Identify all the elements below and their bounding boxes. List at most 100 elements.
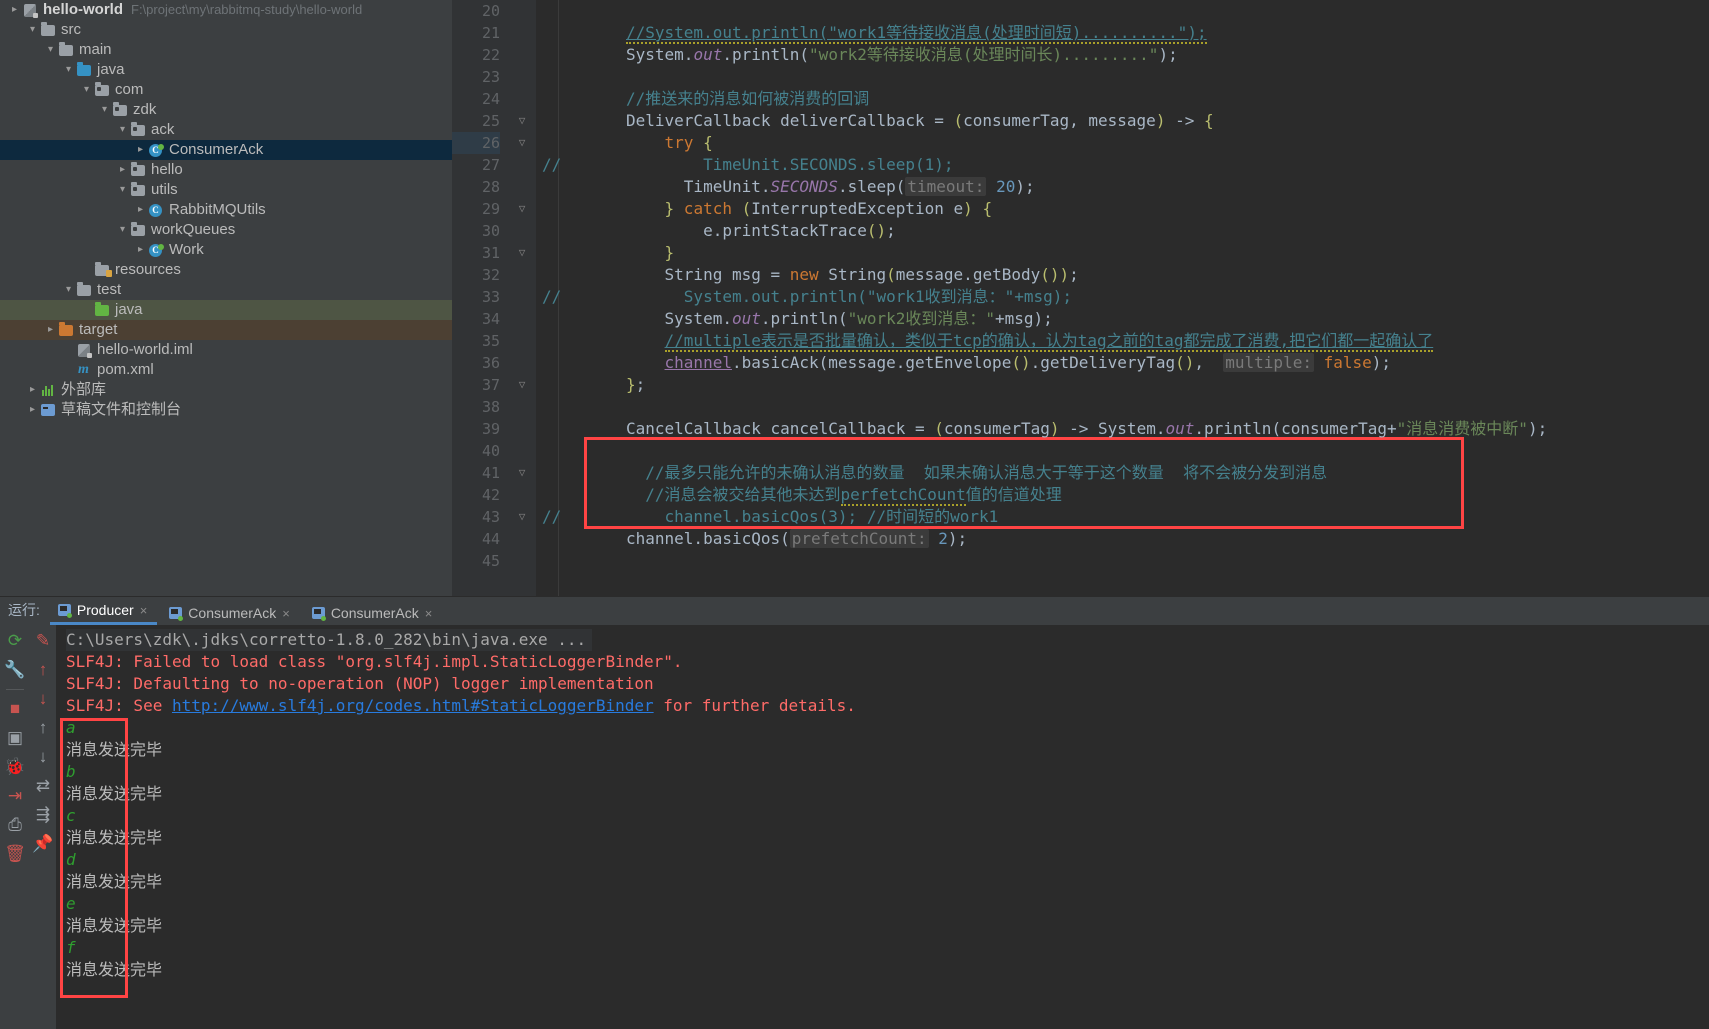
tree-item-test[interactable]: ▾ test (0, 280, 452, 300)
code-line[interactable]: //System.out.println("work1等待接收消息(处理时间短)… (536, 22, 1709, 44)
close-icon[interactable]: × (140, 603, 148, 618)
fold-toggle-icon[interactable]: ▽ (508, 374, 536, 396)
up-red-icon[interactable]: ↑ (33, 660, 53, 680)
fold-toggle-icon[interactable]: ▽ (508, 110, 536, 132)
chevron-down-icon[interactable]: ▾ (44, 40, 57, 60)
run-tab-consumerack-1[interactable]: ConsumerAck × (161, 603, 300, 625)
tree-item-workqueues[interactable]: ▾ workQueues (0, 220, 452, 240)
trash-icon[interactable]: 🗑 (4, 844, 26, 864)
tree-item-hello[interactable]: ▸ hello (0, 160, 452, 180)
chevron-right-icon[interactable]: ▸ (26, 380, 39, 400)
chevron-right-icon[interactable]: ▸ (8, 0, 21, 20)
code-line[interactable] (536, 550, 1709, 572)
slf4j-link[interactable]: http://www.slf4j.org/codes.html#StaticLo… (172, 696, 654, 715)
tree-item-java[interactable]: ▾ java (0, 60, 452, 80)
chevron-down-icon[interactable]: ▾ (62, 60, 75, 80)
fold-toggle-icon[interactable]: ▽ (508, 198, 536, 220)
down-gray-icon[interactable]: ↓ (33, 747, 53, 767)
wrap-icon[interactable]: ⇄ (33, 776, 53, 796)
code-line[interactable]: e.printStackTrace(); (536, 220, 1709, 242)
chevron-down-icon[interactable]: ▾ (116, 120, 129, 140)
screenshot-icon[interactable]: ▣ (5, 728, 25, 748)
tree-item-外部库[interactable]: ▸ 外部库 (0, 380, 452, 400)
tree-item-pom-xml[interactable]: m pom.xml (0, 360, 452, 380)
code-line[interactable]: // System.out.println("work1收到消息："+msg); (536, 286, 1709, 308)
run-toolbar-right[interactable]: ✎ ↑ ↓ ↑ ↓ ⇄ ⇶ 📌 (30, 625, 56, 1029)
chevron-right-icon[interactable]: ▸ (26, 400, 39, 420)
code-line[interactable]: //推送来的消息如何被消费的回调 (536, 88, 1709, 110)
project-tool-window[interactable]: ▸ hello-world F:\project\my\rabbitmq-stu… (0, 0, 452, 596)
chevron-down-icon[interactable]: ▾ (116, 180, 129, 200)
chevron-down-icon[interactable]: ▾ (26, 20, 39, 40)
editor-fold-column[interactable]: ▽ ▽ ▽ ▽ ▽ ▽ ▽ (508, 0, 536, 596)
debug-icon[interactable]: 🐞 (4, 757, 25, 777)
chevron-down-icon[interactable]: ▾ (62, 280, 75, 300)
code-line[interactable]: try { (536, 132, 1709, 154)
print-icon[interactable]: ⎙ (5, 815, 25, 835)
code-line[interactable]: } (536, 242, 1709, 264)
code-line[interactable]: channel.basicAck(message.getEnvelope().g… (536, 352, 1709, 374)
fold-toggle-icon[interactable]: ▽ (508, 132, 536, 154)
run-toolbar-left[interactable]: ⟳ 🔧 ■ ▣ 🐞 ⇥ ⎙ 🗑 (0, 625, 30, 1029)
up-gray-icon[interactable]: ↑ (33, 718, 53, 738)
tree-item-main[interactable]: ▾ main (0, 40, 452, 60)
tree-item-java[interactable]: java (0, 300, 452, 320)
code-line[interactable]: //最多只能允许的未确认消息的数量 如果未确认消息大于等于这个数量 将不会被分发… (536, 462, 1709, 484)
tree-item-src[interactable]: ▾ src (0, 20, 452, 40)
chevron-right-icon[interactable]: ▸ (134, 240, 147, 260)
code-line[interactable]: //消息会被交给其他未达到perfetchCount值的信道处理 (536, 484, 1709, 506)
code-line[interactable]: System.out.println("work2等待接收消息(处理时间长)..… (536, 44, 1709, 66)
chevron-down-icon[interactable]: ▾ (98, 100, 111, 120)
fold-toggle-icon[interactable]: ▽ (508, 462, 536, 484)
fold-toggle-icon[interactable]: ▽ (508, 506, 536, 528)
tree-item-work[interactable]: ▸ C Work (0, 240, 452, 260)
soft-wrap-icon[interactable]: ⇶ (33, 805, 53, 825)
tree-item-target[interactable]: ▸ target (0, 320, 452, 340)
pin-icon[interactable]: 📌 (32, 834, 53, 854)
down-red-icon[interactable]: ↓ (33, 689, 53, 709)
tree-item-resources[interactable]: resources (0, 260, 452, 280)
code-line[interactable] (536, 0, 1709, 22)
code-line[interactable]: }; (536, 374, 1709, 396)
tree-item-consumerack[interactable]: ▸ C ConsumerAck (0, 140, 452, 160)
tree-item-草稿文件和控制台[interactable]: ▸ 草稿文件和控制台 (0, 400, 452, 420)
code-line[interactable]: CancelCallback cancelCallback = (consume… (536, 418, 1709, 440)
console-output[interactable]: C:\Users\zdk\.jdks\corretto-1.8.0_282\bi… (56, 625, 1709, 1029)
editor-code-area[interactable]: //System.out.println("work1等待接收消息(处理时间短)… (536, 0, 1709, 596)
chevron-right-icon[interactable]: ▸ (134, 200, 147, 220)
tree-item-ack[interactable]: ▾ ack (0, 120, 452, 140)
close-icon[interactable]: × (425, 606, 433, 621)
code-line[interactable] (536, 440, 1709, 462)
chevron-right-icon[interactable]: ▸ (44, 320, 57, 340)
code-editor[interactable]: 20 21 22 23 24 25 26 27 28 29 30 31 32 33 34 35 36 37 38 39… (452, 0, 1709, 596)
code-line[interactable]: // TimeUnit.SECONDS.sleep(1); (536, 154, 1709, 176)
tree-row-root[interactable]: ▸ hello-world F:\project\my\rabbitmq-stu… (0, 0, 452, 20)
code-line[interactable]: String msg = new String(message.getBody(… (536, 264, 1709, 286)
tree-item-com[interactable]: ▾ com (0, 80, 452, 100)
chevron-right-icon[interactable]: ▸ (116, 160, 129, 180)
fold-toggle-icon[interactable]: ▽ (508, 242, 536, 264)
chevron-down-icon[interactable]: ▾ (80, 80, 93, 100)
export-icon[interactable]: ⇥ (5, 786, 25, 806)
chevron-right-icon[interactable]: ▸ (134, 140, 147, 160)
code-line[interactable]: channel.basicQos(prefetchCount: 2); (536, 528, 1709, 550)
code-line[interactable]: TimeUnit.SECONDS.sleep(timeout: 20); (536, 176, 1709, 198)
tree-item-hello-world-iml[interactable]: hello-world.iml (0, 340, 452, 360)
tree-item-zdk[interactable]: ▾ zdk (0, 100, 452, 120)
tree-item-utils[interactable]: ▾ utils (0, 180, 452, 200)
code-line[interactable]: //multiple表示是否批量确认，类似于tcp的确认，认为tag之前的tag… (536, 330, 1709, 352)
code-line[interactable]: // channel.basicQos(3); //时间短的work1 (536, 506, 1709, 528)
code-line[interactable]: DeliverCallback deliverCallback = (consu… (536, 110, 1709, 132)
close-icon[interactable]: × (282, 606, 290, 621)
chevron-down-icon[interactable]: ▾ (116, 220, 129, 240)
tree-item-rabbitmqutils[interactable]: ▸ C RabbitMQUtils (0, 200, 452, 220)
code-line[interactable] (536, 66, 1709, 88)
run-tab-consumerack-2[interactable]: ConsumerAck × (304, 603, 443, 625)
settings-icon[interactable]: 🔧 (4, 660, 25, 680)
code-line[interactable]: System.out.println("work2收到消息："+msg); (536, 308, 1709, 330)
code-line[interactable] (536, 396, 1709, 418)
code-line[interactable]: } catch (InterruptedException e) { (536, 198, 1709, 220)
rerun-icon[interactable]: ⟳ (5, 631, 25, 651)
stop-icon[interactable]: ■ (5, 699, 25, 719)
pencil-icon[interactable]: ✎ (33, 631, 53, 651)
